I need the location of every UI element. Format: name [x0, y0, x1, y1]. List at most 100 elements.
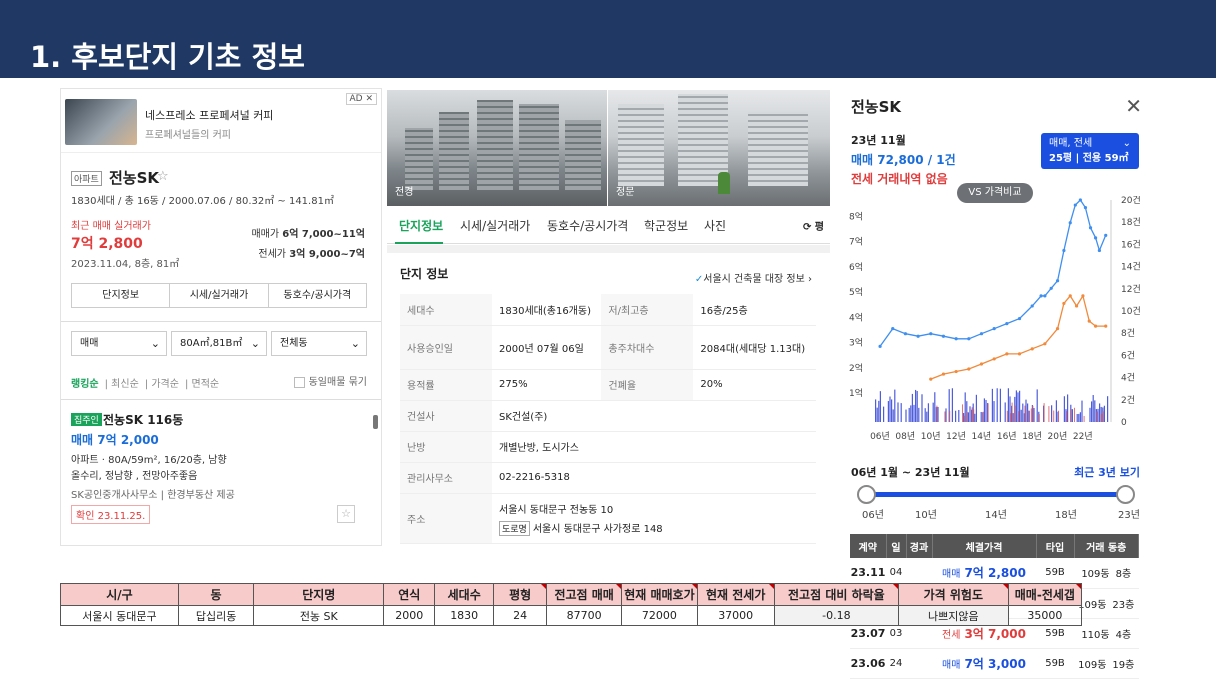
sort-ranking[interactable]: 랭킹순	[71, 379, 99, 390]
summary-col-header: 현재 전세가	[696, 583, 775, 606]
x-tick-label: 10년	[921, 431, 941, 442]
volume-bar	[1015, 390, 1017, 422]
confirm-date-badge: 확인 23.11.25.	[71, 505, 151, 524]
deal-floor: 19층	[1112, 659, 1135, 671]
data-point	[878, 344, 882, 348]
summary-col-header: 매매-전세갭	[1007, 583, 1083, 606]
deal-dong: 109동	[1078, 659, 1107, 671]
close-icon[interactable]: ✕	[1125, 94, 1142, 118]
dong-select[interactable]: 전체동 ⌄	[271, 331, 367, 356]
data-point	[1039, 294, 1043, 298]
volume-bar	[966, 412, 968, 422]
link-icon: ✓	[694, 274, 704, 285]
selected-sale-price: 매매 72,800 / 1건	[851, 153, 956, 167]
volume-bar	[1007, 388, 1009, 422]
apt-type-tag: 아파트	[71, 171, 102, 186]
volume-bar	[932, 402, 934, 422]
tab-complex-info[interactable]: 단지정보	[399, 217, 443, 234]
data-point	[967, 367, 971, 371]
volume-bar	[958, 409, 960, 422]
volume-bar	[921, 394, 923, 422]
recent-3y-button[interactable]: 최근 3년 보기	[1074, 464, 1140, 480]
y2-tick-label: 0	[1121, 418, 1127, 428]
slide-header: 1. 후보단지 기초 정보	[0, 0, 1216, 78]
row-key: 사용승인일	[400, 325, 492, 370]
registry-link[interactable]: ✓서울시 건축물 대장 정보 ›	[695, 270, 812, 285]
data-point	[979, 362, 984, 366]
summary-col-label: 단지명	[302, 588, 336, 602]
volume-bar	[887, 401, 889, 422]
photo-exterior[interactable]: 전경	[387, 90, 607, 206]
volume-bar	[1027, 410, 1029, 422]
y-tick-label: 6억	[849, 261, 863, 273]
area-select[interactable]: 80A㎡,81B㎡ ⌄	[171, 331, 267, 356]
scrollbar[interactable]	[373, 415, 378, 429]
volume-bar	[913, 404, 915, 422]
col-header: 계약	[850, 534, 887, 558]
ad-close-badge[interactable]: AD ✕	[345, 93, 377, 105]
slider-start-handle[interactable]	[857, 485, 876, 504]
trade-type-select[interactable]: 매매 ⌄	[71, 331, 167, 356]
tab-unit[interactable]: 동호수/공시가격	[547, 217, 628, 234]
summary-col-label: 전고점 대비 하락율	[788, 588, 885, 602]
table-row: 건설사 SK건설(주)	[400, 400, 816, 432]
price-chart[interactable]: 1억 2억 3억 4억 5억 6억 7억 8억 0 2건 4건 6건 8건 10건 12건 14건 16건 18건…	[845, 196, 1150, 458]
y2-tick-label: 6건	[1121, 350, 1135, 361]
tab-school[interactable]: 학군정보	[644, 217, 688, 234]
slider-end-handle[interactable]	[1116, 485, 1135, 504]
pyeong-toggle[interactable]: ⟳ 평	[803, 218, 824, 233]
volume-bar	[1030, 408, 1032, 422]
listing-desc: 올수리, 정남향 , 전망아주좋음	[71, 471, 198, 482]
tab-price[interactable]: 시세/실거래가	[460, 217, 530, 234]
trade-type-dropdown[interactable]: 매매, 전세 ⌄ 25평 | 전용 59㎡	[1041, 133, 1139, 169]
volume-bar	[985, 399, 987, 422]
volume-bar	[999, 388, 1001, 422]
slider-label: 10년	[915, 510, 937, 521]
volume-bar	[969, 406, 971, 422]
tab-price[interactable]: 시세/실거래가	[170, 284, 269, 307]
star-icon[interactable]: ☆	[157, 169, 169, 184]
summary-col-label: 시/구	[106, 588, 133, 602]
sort-area[interactable]: 면적순	[192, 379, 220, 390]
data-point	[1093, 236, 1098, 240]
complex-info-panel: 전경 정문 단지정보 시세/실거래가 동호수/공시가격 학군정보 사진 ⟳ 평 …	[387, 90, 830, 546]
tab-unit[interactable]: 동호수/공시가격	[269, 284, 366, 307]
row-key: 난방	[400, 431, 492, 463]
y-tick-label: 8억	[849, 210, 863, 222]
jeonse-range: 전세가 3억 9,000~7억	[258, 245, 365, 260]
photo-gate[interactable]: 정문	[608, 90, 830, 206]
summary-col-label: 동	[210, 588, 222, 602]
tab-complex-info[interactable]: 단지정보	[72, 284, 171, 307]
row-value: 2000년 07월 06일	[492, 325, 602, 370]
volume-bar	[945, 408, 947, 422]
sale-range-value: 6억 7,000~11억	[282, 229, 365, 240]
selected-month: 23년 11월	[851, 134, 906, 147]
dropdown-value: 매매, 전세	[1049, 138, 1093, 149]
group-same-listing-checkbox[interactable]: 동일매물 묶기	[293, 373, 367, 388]
data-point	[1068, 221, 1072, 225]
summary-col-label: 매매-전세갭	[1014, 588, 1075, 602]
volume-bar	[1070, 409, 1072, 422]
ad-banner[interactable]: 네스프레소 프로페셔널 커피 프로페셔널들의 커피 AD ✕	[61, 89, 381, 153]
volume-bar	[1038, 414, 1040, 422]
volume-bar	[934, 392, 936, 422]
favorite-star-icon[interactable]: ☆	[337, 505, 355, 523]
area-value: 80A㎡,81B㎡	[180, 338, 243, 349]
divider	[61, 321, 381, 322]
deal-dong: 109동	[1078, 599, 1107, 611]
data-point	[1043, 294, 1047, 298]
sort-latest[interactable]: 최신순	[111, 379, 139, 390]
tab-photos[interactable]: 사진	[704, 217, 726, 234]
volume-bar	[910, 405, 912, 422]
volume-bar	[911, 393, 913, 422]
table-row[interactable]: 23.06 24 매매 7억 3,000 59B 109동 19층	[850, 648, 1139, 679]
period-slider-track[interactable]	[865, 492, 1126, 497]
y2-tick-label: 16건	[1121, 239, 1141, 250]
sort-price[interactable]: 가격순	[151, 379, 179, 390]
trade-type-value: 매매	[80, 338, 99, 349]
listing-title[interactable]: 전농SK 116동	[103, 411, 183, 428]
comment-marker-icon	[1076, 584, 1081, 589]
volume-bar	[894, 389, 896, 422]
deal-floor: 4층	[1115, 629, 1132, 641]
photo-caption: 정문	[616, 187, 635, 198]
